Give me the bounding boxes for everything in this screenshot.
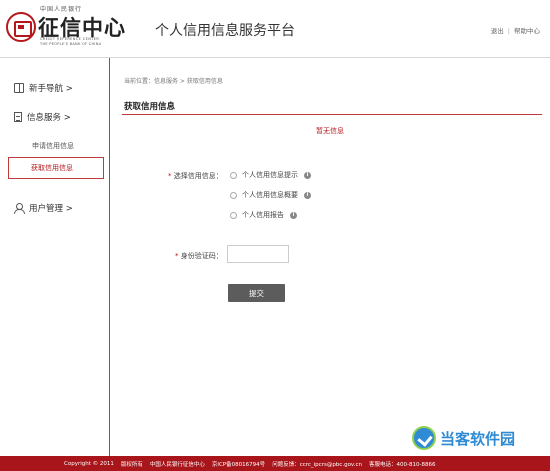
option-label: 个人信用信息概要	[242, 191, 298, 199]
radio-button[interactable]	[230, 191, 237, 199]
page-title: 获取信用信息	[124, 102, 176, 112]
verification-code-label: * 身份验证码：	[175, 251, 223, 261]
submit-button[interactable]: 提交	[228, 284, 285, 302]
option-credit-report[interactable]: 个人信用报告 i	[230, 210, 297, 220]
breadcrumb: 当前位置：信息服务 > 获取信用信息	[124, 78, 223, 85]
sidebar-item-label: 新手导航 >	[29, 84, 73, 94]
credit-center-logo-icon	[6, 12, 36, 42]
platform-title: 个人信用信息服务平台	[155, 23, 295, 39]
option-credit-info-summary[interactable]: 个人信用信息概要 i	[230, 190, 311, 200]
sidebar-item-beginner-guide[interactable]: 新手导航 >	[14, 82, 73, 94]
footer-icp[interactable]: 京ICP备08016794号	[212, 460, 265, 468]
footer-org: 中国人民银行征信中心	[149, 461, 205, 468]
sidebar: 新手导航 > 信息服务 > 申请信用信息 获取信用信息 用户管理 >	[0, 58, 110, 456]
footer: Copyright © 2011 版权所有 中国人民银行征信中心 京ICP备08…	[0, 456, 550, 471]
sidebar-item-info-service[interactable]: 信息服务 >	[14, 111, 71, 123]
footer-rights: 版权所有	[120, 461, 143, 468]
document-icon	[14, 112, 22, 122]
footer-hotline: 客服电话：400-810-8866	[369, 461, 436, 468]
info-icon[interactable]: i	[304, 171, 311, 179]
top-links-separator: |	[507, 27, 510, 35]
option-credit-info-hint[interactable]: 个人信用信息提示 i	[230, 170, 311, 180]
footer-feedback[interactable]: 问题反馈：ccrc_ipcrs@pbc.gov.cn	[272, 460, 362, 468]
watermark: 当客软件园	[412, 426, 515, 450]
sidebar-item-label: 信息服务 >	[27, 113, 71, 123]
help-center-link[interactable]: 帮助中心	[514, 27, 540, 35]
title-divider	[122, 114, 542, 115]
radio-button[interactable]	[230, 211, 237, 219]
watermark-text: 当客软件园	[440, 429, 516, 448]
required-marker: *	[168, 172, 172, 180]
select-credit-info-label-text: 选择信用信息：	[173, 172, 223, 180]
sidebar-subitem-apply-credit-info[interactable]: 申请信用信息	[32, 141, 74, 151]
book-icon	[14, 83, 24, 93]
verification-code-input[interactable]	[227, 245, 289, 263]
logo-english-line2: THE PEOPLE'S BANK OF CHINA	[40, 42, 102, 46]
info-icon[interactable]: i	[304, 191, 311, 199]
footer-copyright: Copyright © 2011	[64, 460, 114, 467]
watermark-logo-icon	[412, 426, 436, 450]
no-info-message: 暂无信息	[316, 127, 344, 135]
select-credit-info-label: * 选择信用信息：	[168, 171, 223, 181]
option-label: 个人信用报告	[242, 211, 284, 219]
header: 中国人民银行 征信中心 CREDIT REFERENCE CENTER THE …	[0, 0, 550, 58]
logo-english-line1: CREDIT REFERENCE CENTER	[40, 37, 100, 41]
verification-code-label-text: 身份验证码：	[180, 252, 223, 260]
radio-button[interactable]	[230, 171, 237, 179]
required-marker: *	[175, 252, 179, 260]
logout-link[interactable]: 退出	[491, 27, 504, 35]
user-icon	[14, 203, 25, 214]
info-icon[interactable]: i	[290, 211, 297, 219]
option-label: 个人信用信息提示	[242, 171, 298, 179]
sidebar-subitem-get-credit-info[interactable]: 获取信用信息	[8, 157, 104, 179]
top-links: 退出 | 帮助中心	[491, 25, 540, 35]
sidebar-item-user-management[interactable]: 用户管理 >	[14, 202, 73, 214]
sidebar-item-label: 用户管理 >	[29, 204, 73, 214]
